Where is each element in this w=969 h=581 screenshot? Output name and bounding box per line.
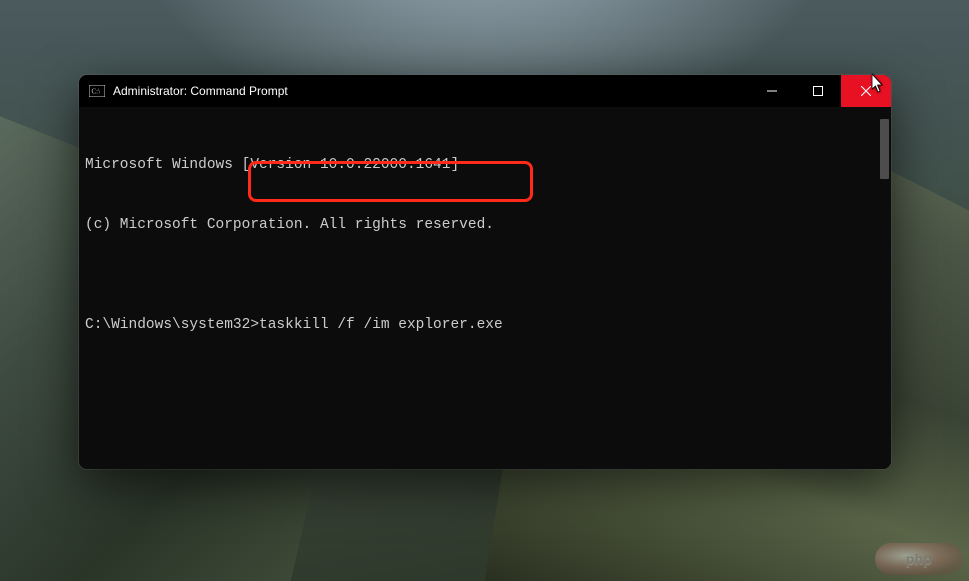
terminal-scrollbar-thumb[interactable]: [880, 119, 889, 179]
terminal-line: (c) Microsoft Corporation. All rights re…: [85, 215, 883, 235]
window-controls: [749, 75, 891, 107]
mouse-cursor-icon: [872, 74, 886, 99]
command-prompt-window: C:\ Administrator: Command Prompt Micros…: [79, 75, 891, 469]
watermark-text: php: [906, 552, 932, 567]
window-titlebar[interactable]: C:\ Administrator: Command Prompt: [79, 75, 891, 107]
terminal-output[interactable]: Microsoft Windows [Version 10.0.22000.16…: [79, 107, 891, 469]
window-title: Administrator: Command Prompt: [113, 84, 288, 98]
cmd-icon: C:\: [89, 83, 105, 99]
watermark-badge: php: [875, 543, 963, 575]
maximize-button[interactable]: [795, 75, 841, 107]
svg-text:C:\: C:\: [92, 88, 101, 96]
terminal-command: taskkill /f /im explorer.exe: [259, 315, 503, 335]
terminal-prompt: C:\Windows\system32>: [85, 315, 259, 335]
terminal-line: Microsoft Windows [Version 10.0.22000.16…: [85, 155, 883, 175]
terminal-prompt-line: C:\Windows\system32>taskkill /f /im expl…: [85, 315, 883, 335]
minimize-button[interactable]: [749, 75, 795, 107]
